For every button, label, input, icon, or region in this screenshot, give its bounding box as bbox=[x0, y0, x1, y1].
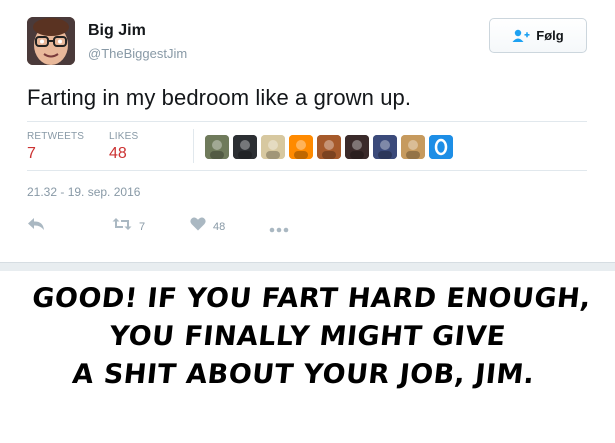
like-action-count: 48 bbox=[213, 220, 226, 233]
more-icon bbox=[269, 220, 289, 238]
stats-divider-bottom bbox=[27, 170, 587, 171]
likes-count[interactable]: 48 bbox=[109, 145, 127, 163]
stats-vertical-divider bbox=[193, 129, 194, 163]
avatar[interactable] bbox=[27, 17, 75, 65]
likes-label[interactable]: LIKES bbox=[109, 131, 138, 142]
tweet-card: Big Jim @TheBiggestJim Følg Farting in m… bbox=[0, 0, 615, 262]
liker-avatars bbox=[205, 135, 453, 159]
retweets-label[interactable]: RETWEETS bbox=[27, 131, 84, 142]
retweet-button[interactable]: 7 bbox=[112, 217, 145, 236]
timestamp[interactable]: 21.32 - 19. sep. 2016 bbox=[27, 185, 140, 199]
more-options-button[interactable] bbox=[269, 220, 289, 238]
display-name[interactable]: Big Jim bbox=[88, 22, 146, 40]
meme-caption: GOOD! IF YOU FART HARD ENOUGH, YOU FINAL… bbox=[0, 280, 615, 394]
retweet-action-count: 7 bbox=[139, 220, 146, 233]
liker-avatar[interactable] bbox=[401, 135, 425, 159]
liker-avatar[interactable] bbox=[233, 135, 257, 159]
retweets-count[interactable]: 7 bbox=[27, 145, 36, 163]
liker-avatar[interactable] bbox=[317, 135, 341, 159]
tweet-text: Farting in my bedroom like a grown up. bbox=[27, 85, 412, 110]
liker-avatar[interactable] bbox=[345, 135, 369, 159]
stats-divider-top bbox=[27, 121, 587, 122]
add-user-icon bbox=[512, 29, 530, 43]
caption-line-3: A SHIT ABOUT YOUR JOB, JIM. bbox=[70, 359, 537, 390]
liker-avatar[interactable] bbox=[373, 135, 397, 159]
liker-avatar[interactable] bbox=[429, 135, 453, 159]
follow-button[interactable]: Følg bbox=[489, 18, 587, 53]
caption-line-1: GOOD! IF YOU FART HARD ENOUGH, bbox=[30, 283, 593, 314]
liker-avatar[interactable] bbox=[205, 135, 229, 159]
caption-line-2: YOU FINALLY MIGHT GIVE bbox=[107, 321, 508, 352]
user-handle[interactable]: @TheBiggestJim bbox=[88, 46, 187, 61]
reply-icon bbox=[27, 217, 45, 236]
liker-avatar[interactable] bbox=[261, 135, 285, 159]
liker-avatar[interactable] bbox=[289, 135, 313, 159]
heart-icon bbox=[190, 217, 206, 236]
separator-band bbox=[0, 262, 615, 271]
like-button[interactable]: 48 bbox=[190, 217, 225, 236]
follow-button-label: Følg bbox=[536, 28, 564, 43]
reply-button[interactable] bbox=[27, 217, 45, 236]
retweet-icon bbox=[112, 217, 132, 236]
